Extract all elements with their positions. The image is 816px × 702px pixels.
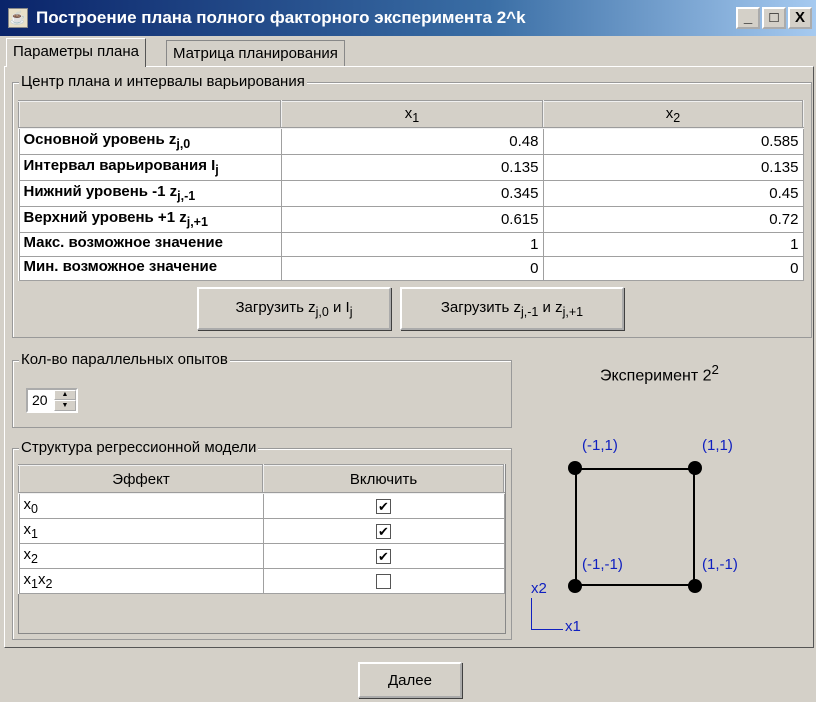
cell-x2[interactable]: 0.72: [542, 205, 804, 233]
window-title: Построение плана полного факторного эксп…: [36, 8, 526, 27]
minimize-button[interactable]: _: [736, 7, 760, 29]
header-effect: Эффект: [18, 464, 264, 494]
table-row: x2 ✔: [18, 542, 505, 569]
table-row: x1x2: [18, 567, 505, 594]
parallel-experiments-group: Кол-во параллельных опытов: [12, 351, 512, 428]
close-button[interactable]: X: [788, 7, 812, 29]
row-label: Нижний уровень -1 zj,-1: [18, 179, 282, 207]
effect-cell: x1: [18, 517, 264, 544]
include-checkbox[interactable]: [376, 573, 391, 589]
axis-x-label: x1: [565, 618, 581, 635]
cell-x1[interactable]: 0.135: [280, 153, 544, 181]
axes-icon: [531, 598, 563, 630]
include-checkbox[interactable]: ✔: [376, 498, 391, 514]
maximize-button[interactable]: □: [762, 7, 786, 29]
row-label: Мин. возможное значение: [18, 255, 282, 281]
table-row: Макс. возможное значение 1 1: [18, 231, 804, 257]
header-x2: x2: [542, 100, 804, 129]
cell-x1[interactable]: 0.345: [280, 179, 544, 207]
next-button[interactable]: Далее: [358, 662, 462, 698]
spinner-up-icon[interactable]: ▲: [54, 390, 76, 400]
header-include: Включить: [262, 464, 505, 494]
effect-cell: x1x2: [18, 567, 264, 594]
axis-y-label: x2: [531, 580, 547, 597]
point-marker: [568, 461, 582, 475]
spinner-value[interactable]: 20: [32, 392, 48, 408]
java-icon: ☕: [8, 8, 28, 28]
table-row: Мин. возможное значение 0 0: [18, 255, 804, 281]
cell-x2[interactable]: 0.135: [542, 153, 804, 181]
load-center-interval-button[interactable]: Загрузить zj,0 и Ij: [197, 287, 391, 330]
row-label: Макс. возможное значение: [18, 231, 282, 257]
cell-x1[interactable]: 0.615: [280, 205, 544, 233]
point-marker: [688, 461, 702, 475]
header-empty: [18, 100, 282, 129]
cell-x2[interactable]: 1: [542, 231, 804, 257]
cell-x2[interactable]: 0.45: [542, 179, 804, 207]
header-x1: x1: [280, 100, 544, 129]
point-marker: [688, 579, 702, 593]
point-label: (-1,-1): [582, 556, 623, 573]
title-bar: ☕ Построение плана полного факторного эк…: [0, 0, 816, 36]
parallel-count-spinner[interactable]: 20 ▲ ▼: [26, 388, 78, 413]
table-row: Основной уровень zj,0 0.48 0.585: [18, 127, 804, 155]
spinner-down-icon[interactable]: ▼: [54, 400, 76, 411]
tab-plan-parameters[interactable]: Параметры плана: [6, 38, 146, 67]
tab-planning-matrix[interactable]: Матрица планирования: [166, 40, 345, 67]
effect-cell: x2: [18, 542, 264, 569]
table-row: x1 ✔: [18, 517, 505, 544]
regression-table: Эффект Включить x0 ✔ x1 ✔ x2 ✔ x1x2: [18, 464, 505, 594]
row-label: Основной уровень zj,0: [18, 127, 282, 155]
group-title: Центр плана и интервалы варьирования: [19, 73, 307, 90]
row-label: Верхний уровень +1 zj,+1: [18, 205, 282, 233]
experiment-title: Эксперимент 22: [600, 362, 719, 385]
load-levels-button[interactable]: Загрузить zj,-1 и zj,+1: [400, 287, 624, 330]
effect-cell: x0: [18, 492, 264, 519]
point-marker: [568, 579, 582, 593]
point-label: (1,1): [702, 437, 733, 454]
group-title: Структура регрессионной модели: [19, 439, 259, 456]
point-label: (-1,1): [582, 437, 618, 454]
table-row: Интервал варьирования Ij 0.135 0.135: [18, 153, 804, 181]
cell-x1[interactable]: 0: [280, 255, 544, 281]
point-label: (1,-1): [702, 556, 738, 573]
cell-x1[interactable]: 0.48: [280, 127, 544, 155]
group-title: Кол-во параллельных опытов: [19, 351, 230, 368]
cell-x1[interactable]: 1: [280, 231, 544, 257]
table-row: Нижний уровень -1 zj,-1 0.345 0.45: [18, 179, 804, 207]
table-row: x0 ✔: [18, 492, 505, 519]
cell-x2[interactable]: 0: [542, 255, 804, 281]
row-label: Интервал варьирования Ij: [18, 153, 282, 181]
include-checkbox[interactable]: ✔: [376, 523, 391, 539]
table-row: Верхний уровень +1 zj,+1 0.615 0.72: [18, 205, 804, 233]
cell-x2[interactable]: 0.585: [542, 127, 804, 155]
include-checkbox[interactable]: ✔: [376, 548, 391, 564]
plan-center-table: x1 x2 Основной уровень zj,0 0.48 0.585 Инте…: [18, 100, 804, 281]
